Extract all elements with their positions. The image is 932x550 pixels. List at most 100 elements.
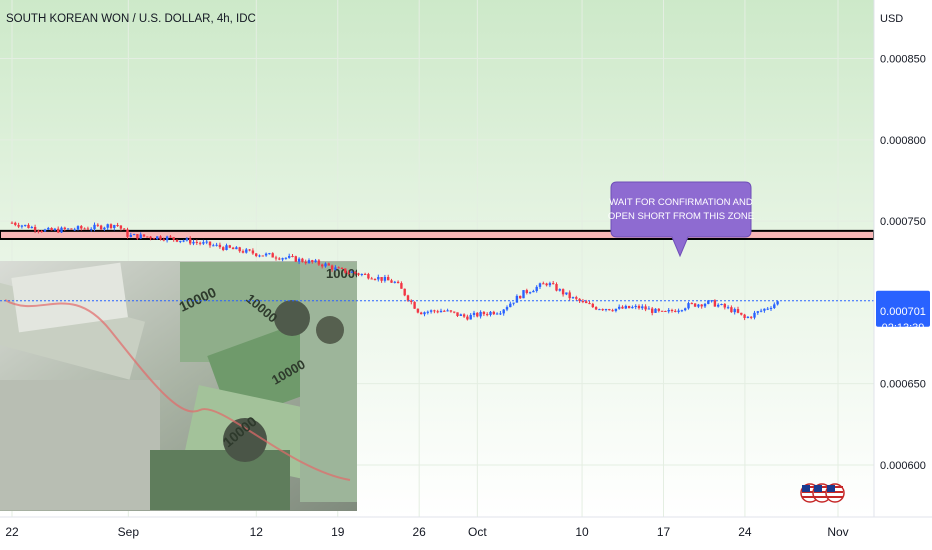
candle-body xyxy=(456,312,459,316)
candle-body xyxy=(354,271,357,274)
candle-body xyxy=(466,316,469,320)
candle-body xyxy=(420,312,423,315)
candle-body xyxy=(499,313,502,315)
candle-body xyxy=(169,236,172,238)
candle-body xyxy=(116,225,119,227)
candle-body xyxy=(618,306,621,309)
candle-body xyxy=(129,234,132,237)
candle-body xyxy=(489,311,492,315)
candle-body xyxy=(769,307,773,309)
candle-body xyxy=(571,297,575,299)
candle-body xyxy=(423,312,426,315)
candle-body xyxy=(344,268,347,273)
candle-body xyxy=(80,226,83,229)
candle-body xyxy=(736,309,740,313)
candle-body xyxy=(231,247,235,250)
candle-body xyxy=(730,307,733,313)
time-tick-label: Oct xyxy=(468,525,487,539)
candle-body xyxy=(76,226,80,230)
candle-body xyxy=(548,283,552,286)
candle-body xyxy=(311,260,314,262)
candle-body xyxy=(66,228,70,230)
candle-body xyxy=(30,227,33,229)
candle-body xyxy=(162,239,165,241)
candle-body xyxy=(126,229,129,237)
candle-body xyxy=(175,239,179,242)
time-tick-label: Nov xyxy=(827,525,848,539)
candle-body xyxy=(713,300,717,307)
candle-body xyxy=(482,311,486,315)
candle-body xyxy=(218,244,222,248)
candle-body xyxy=(294,256,297,262)
candle-body xyxy=(264,253,268,256)
candle-body xyxy=(717,304,720,307)
candle-body xyxy=(670,309,674,311)
candle-body xyxy=(370,278,373,280)
candle-body xyxy=(383,276,387,281)
candle-body xyxy=(426,311,429,313)
candle-body xyxy=(486,314,489,316)
candle-body xyxy=(396,281,400,284)
candle-body xyxy=(271,253,274,258)
candle-body xyxy=(146,236,149,238)
price-chart[interactable]: 10000 10000 10000 10000 10000 WAIT FOR C… xyxy=(0,0,932,550)
candle-body xyxy=(202,242,205,244)
candle-body xyxy=(380,276,383,281)
candle-body xyxy=(17,224,20,227)
candle-body xyxy=(60,227,63,233)
candle-body xyxy=(172,237,175,240)
candle-body xyxy=(27,224,30,229)
candle-body xyxy=(631,307,634,309)
candle-body xyxy=(664,311,667,313)
candle-body xyxy=(687,303,690,309)
candle-body xyxy=(453,311,456,313)
candle-body xyxy=(109,224,113,228)
candle-body xyxy=(561,289,565,295)
candle-body xyxy=(228,245,231,248)
candle-body xyxy=(334,267,337,270)
candle-body xyxy=(654,308,657,313)
candle-body xyxy=(502,309,505,314)
candle-body xyxy=(350,271,354,273)
candle-body xyxy=(268,253,271,255)
candle-body xyxy=(436,311,439,313)
candle-body xyxy=(149,236,152,239)
candle-body xyxy=(403,288,406,296)
candle-body xyxy=(416,308,420,313)
candle-body xyxy=(743,314,746,318)
candle-body xyxy=(565,292,568,295)
candle-body xyxy=(400,283,403,289)
candle-body xyxy=(43,229,47,232)
price-tick-label: 0.000800 xyxy=(880,135,926,147)
price-tick-label: 0.000650 xyxy=(880,379,926,391)
candle-body xyxy=(33,227,37,231)
candle-body xyxy=(581,301,585,303)
price-axis[interactable] xyxy=(874,0,932,517)
candle-body xyxy=(611,310,614,312)
candle-body xyxy=(387,276,390,281)
candle-body xyxy=(740,312,743,315)
candle-body xyxy=(756,311,759,313)
candle-body xyxy=(278,258,281,260)
time-axis[interactable] xyxy=(0,517,932,550)
candle-body xyxy=(363,273,367,275)
price-tick-label: 0.000750 xyxy=(880,216,926,228)
candle-body xyxy=(291,256,294,258)
candle-body xyxy=(212,245,215,247)
candle-body xyxy=(776,301,779,305)
candle-body xyxy=(393,281,396,283)
candle-body xyxy=(185,238,189,241)
candle-body xyxy=(509,303,512,308)
candle-body xyxy=(132,234,136,236)
time-tick-label: 26 xyxy=(413,525,427,539)
candle-body xyxy=(479,311,482,317)
candle-body xyxy=(449,310,453,312)
countdown-label: 02:13:39 xyxy=(882,322,925,334)
candle-body xyxy=(301,258,304,262)
candle-body xyxy=(766,308,769,310)
candle-body xyxy=(70,228,73,230)
candle-body xyxy=(697,304,700,307)
time-tick-label: 12 xyxy=(250,525,264,539)
candle-body xyxy=(753,312,756,318)
candle-body xyxy=(255,253,258,256)
